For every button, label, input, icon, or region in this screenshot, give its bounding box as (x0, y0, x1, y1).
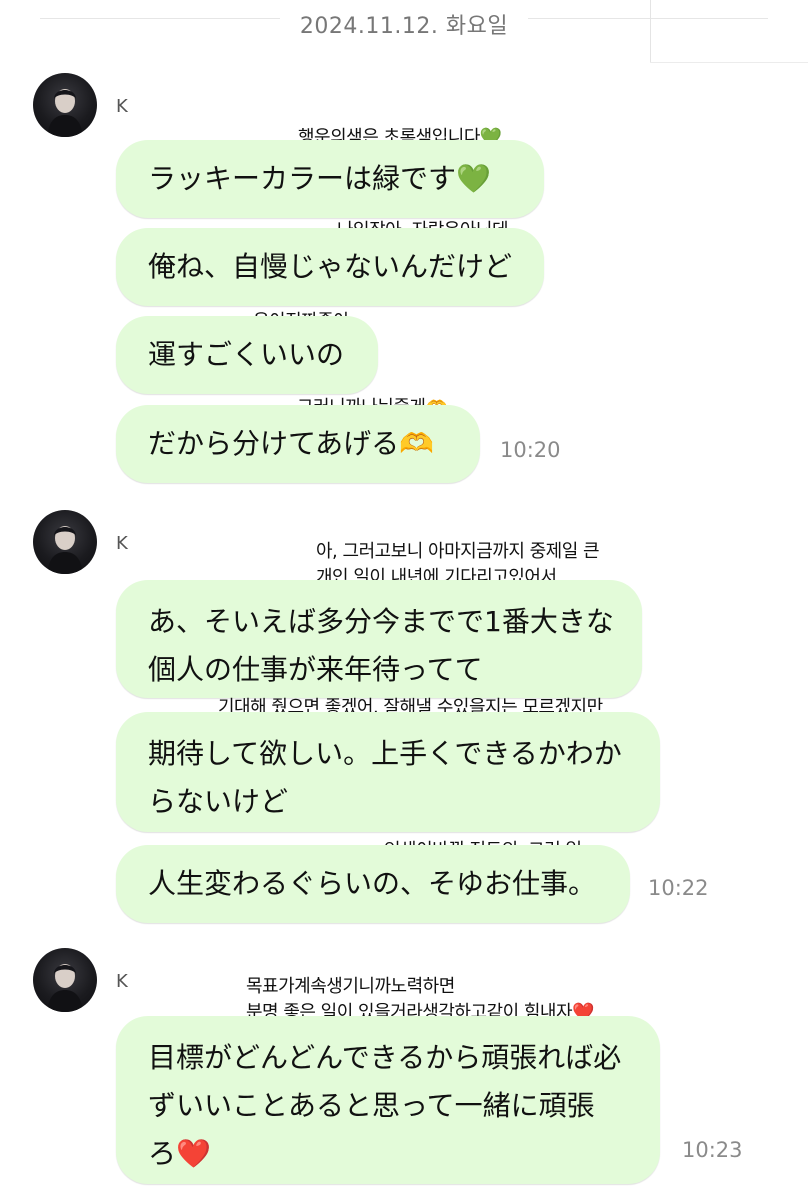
message-text: 期待して欲しい。上手くできるかわか らないけど (148, 737, 622, 818)
sender-name: K (116, 971, 128, 992)
profile-photo-icon (47, 526, 83, 574)
avatar[interactable] (33, 73, 97, 137)
message-bubble[interactable]: 人生変わるぐらいの、そゆお仕事。 (116, 845, 630, 923)
sender-name: K (116, 533, 128, 554)
avatar[interactable] (33, 510, 97, 574)
timestamp: 10:20 (500, 438, 561, 462)
message-text: 運すごくいいの (148, 338, 345, 371)
message-bubble[interactable]: 運すごくいいの (116, 316, 378, 394)
message-bubble[interactable]: 期待して欲しい。上手くできるかわか らないけど (116, 712, 660, 832)
message-text: あ、そいえば多分今までで1番大きな 個人の仕事が来年待ってて (148, 605, 614, 686)
message-bubble[interactable]: だから分けてあげる🫶 (116, 405, 480, 483)
avatar[interactable] (33, 948, 97, 1012)
message-text: 目標がどんどんできるから頑張れば必 ずいいことあると思って一緒に頑張 ろ❤️ (148, 1041, 622, 1170)
timestamp: 10:23 (682, 1138, 743, 1162)
message-bubble[interactable]: あ、そいえば多分今までで1番大きな 個人の仕事が来年待ってて (116, 580, 642, 698)
sender-name: K (116, 96, 128, 117)
message-bubble[interactable]: ラッキーカラーは緑です💚 (116, 140, 544, 218)
message-bubble[interactable]: 目標がどんどんできるから頑張れば必 ずいいことあると思って一緒に頑張 ろ❤️ (116, 1016, 660, 1184)
message-text: ラッキーカラーは緑です💚 (148, 162, 491, 195)
timestamp: 10:22 (648, 876, 709, 900)
panel-edge (650, 0, 651, 62)
panel-edge-bottom (650, 62, 808, 63)
profile-photo-icon (47, 89, 83, 137)
message-text: だから分けてあげる🫶 (148, 427, 435, 460)
date-divider: 2024.11.12. 화요일 (299, 14, 509, 39)
message-text: 俺ね、自慢じゃないんだけど (148, 250, 513, 283)
profile-photo-icon (47, 964, 83, 1012)
message-bubble[interactable]: 俺ね、自慢じゃないんだけど (116, 228, 544, 306)
message-text: 人生変わるぐらいの、そゆお仕事。 (148, 867, 597, 900)
